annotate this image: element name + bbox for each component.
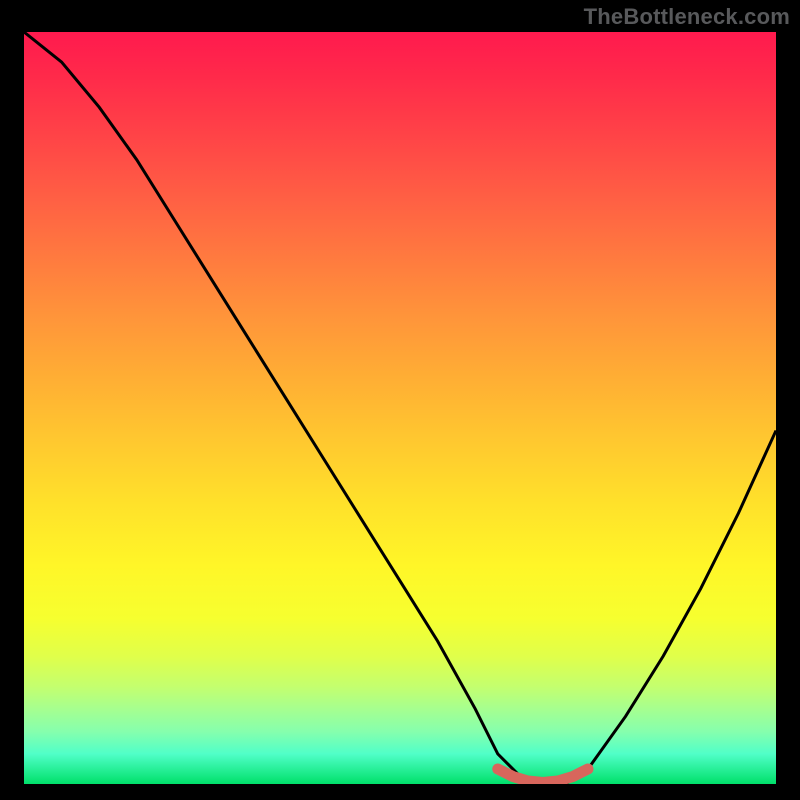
highlight-path: [498, 769, 588, 783]
chart-frame: TheBottleneck.com: [0, 0, 800, 800]
plot-area: [24, 32, 776, 784]
watermark: TheBottleneck.com: [584, 4, 790, 30]
optimal-range-highlight: [24, 32, 776, 784]
